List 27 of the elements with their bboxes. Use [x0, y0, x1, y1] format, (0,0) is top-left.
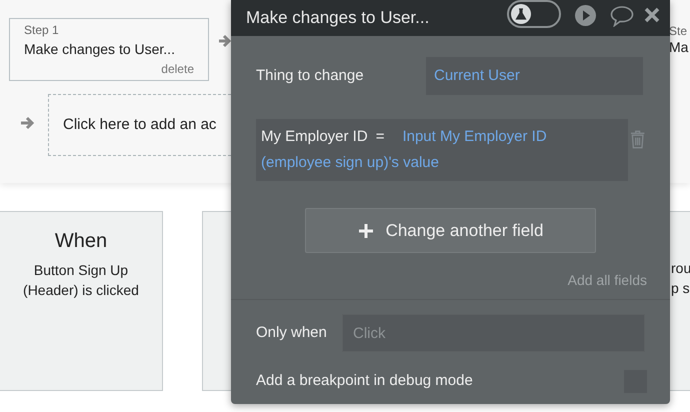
step-label: Step 1	[24, 22, 60, 39]
plus-icon	[358, 222, 374, 238]
condition-field[interactable]: Click	[342, 314, 645, 352]
step-title: Make changes to User...	[24, 40, 176, 59]
field-label: Only when	[256, 322, 328, 343]
change-another-field-button[interactable]: Change another field	[305, 208, 596, 253]
arrow-icon	[19, 115, 35, 131]
card-text: p s	[671, 279, 690, 298]
add-action-text: Click here to add an ac	[63, 114, 216, 135]
delete-link[interactable]: delete	[24, 60, 194, 78]
step-label: Ste	[669, 23, 688, 40]
flask-icon	[511, 4, 531, 24]
play-icon[interactable]	[575, 4, 596, 26]
field-label: Add a breakpoint in debug mode	[256, 371, 473, 392]
field-assignment[interactable]: My Employer ID = Input My Employer ID (employee sign up)'s value	[256, 119, 628, 181]
debug-toggle[interactable]	[507, 0, 561, 28]
event-card[interactable]: When Button Sign Up (Header) is clicked	[0, 211, 163, 391]
step-card[interactable]: Step 1 Make changes to User... delete	[9, 18, 209, 81]
field-label: Thing to change	[256, 66, 365, 86]
panel-title: Make changes to User...	[246, 7, 430, 30]
event-description: Button Sign Up (Header) is clicked	[22, 261, 140, 300]
card-text: rou	[671, 259, 690, 278]
close-icon[interactable]	[644, 7, 660, 23]
comment-icon[interactable]	[610, 6, 634, 26]
card-title: When	[54, 229, 108, 254]
arrow-icon	[219, 33, 231, 49]
step-title: Ma	[669, 38, 688, 57]
